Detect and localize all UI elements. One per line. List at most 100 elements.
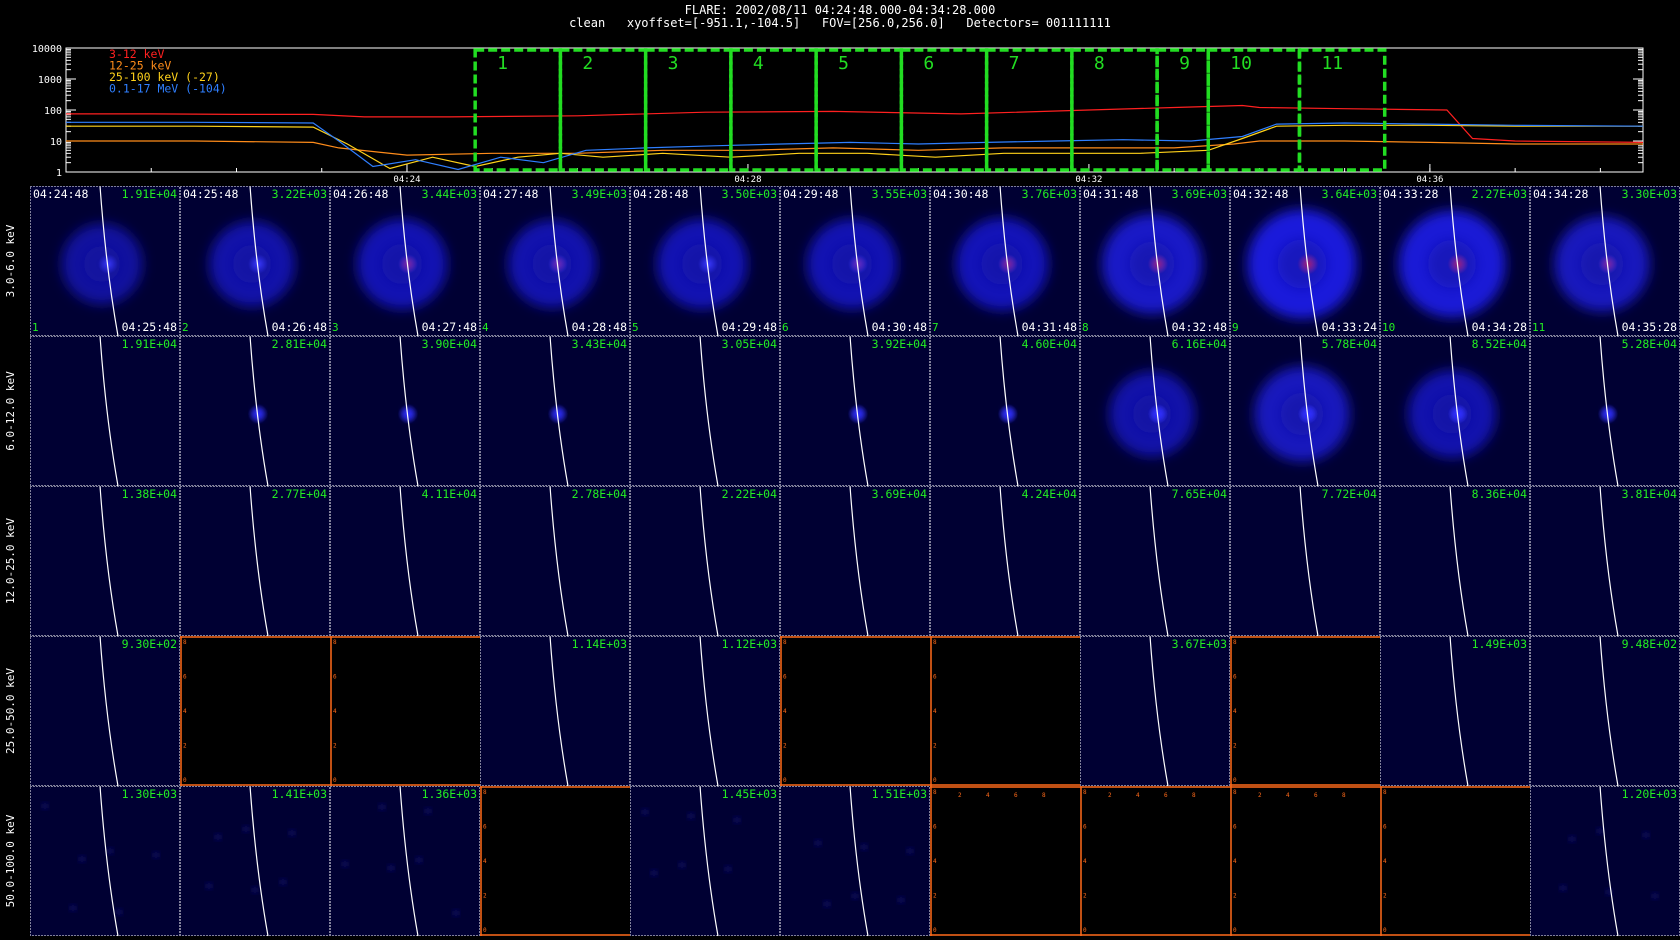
noise-speck (907, 848, 913, 854)
empty-image-panel (930, 786, 1080, 936)
empty-axis-tick-label: 2 (958, 792, 962, 799)
empty-axis-tick-label: 4 (1383, 858, 1387, 865)
interval-end-time: 04:29:48 (722, 320, 777, 334)
image-cell: 0 2 4 6 8 (330, 636, 480, 786)
empty-axis-tick-label: 6 (333, 674, 337, 681)
image-cell: 2.77E+04 (180, 485, 330, 637)
y-tick-label: 100 (44, 106, 62, 117)
interval-number: 9 (1232, 321, 1239, 334)
image-cell: 0 2 4 6 8 (1380, 786, 1530, 936)
lightcurve-chart: 10000 1000 100 10 1 04:24 04:28 04:32 04:36 1 2 3 4 5… (32, 44, 1644, 182)
empty-axis-tick-label: 0 (933, 927, 937, 934)
image-panel (180, 486, 330, 636)
noise-speck (1643, 832, 1649, 838)
interval-end-time: 04:30:48 (872, 320, 927, 334)
interval-start-time: 04:28:48 (633, 187, 688, 201)
image-cell: 1.45E+03 (630, 785, 780, 937)
noise-speck (824, 901, 830, 907)
flux-value: 7.65E+04 (1172, 487, 1227, 501)
image-cell: 9.48E+02 (1530, 635, 1680, 787)
flux-value: 1.36E+03 (422, 787, 477, 801)
image-cell: 0 2 4 6 8 (930, 636, 1080, 786)
flux-value: 1.91E+04 (122, 337, 177, 351)
image-panel (630, 336, 780, 486)
flux-value: 1.51E+03 (872, 787, 927, 801)
empty-axis-tick-label: 2 (1233, 743, 1237, 750)
flux-value: 3.44E+03 (422, 187, 477, 201)
empty-axis-tick-label: 2 (933, 743, 937, 750)
interval-label: 8 (1094, 53, 1105, 74)
empty-axis-tick-label: 0 (783, 777, 787, 784)
y-tick-label: 1000 (38, 75, 62, 86)
image-panel (1530, 786, 1680, 936)
flux-value: 4.24E+04 (1022, 487, 1077, 501)
image-cell: 8.36E+04 (1380, 485, 1530, 637)
empty-axis-tick-label: 2 (333, 743, 337, 750)
image-cell: 3.69E+04 (780, 485, 930, 637)
noise-speck (416, 857, 422, 863)
image-panel (180, 786, 330, 936)
image-cell: 1.36E+03 (330, 785, 480, 937)
image-cell: 3.50E+03 04:28:48 04:29:48 5 (630, 186, 780, 337)
y-tick-label: 1 (56, 168, 62, 179)
interval-label: 4 (753, 53, 764, 74)
interval-start-time: 04:34:28 (1533, 187, 1588, 201)
interval-number: 10 (1382, 321, 1395, 334)
interval-end-time: 04:32:48 (1172, 320, 1227, 334)
image-cell: 3.30E+03 04:34:28 04:35:28 11 (1530, 186, 1680, 337)
image-cell: 3.67E+03 (1080, 635, 1230, 787)
image-cell: 1.49E+03 (1380, 635, 1530, 787)
image-cell: 2.78E+04 (480, 485, 630, 637)
image-cell: 3.55E+03 04:29:48 04:30:48 6 (780, 186, 930, 337)
noise-speck (815, 840, 821, 846)
interval-end-time: 04:27:48 (422, 320, 477, 334)
interval-end-time: 04:34:28 (1472, 320, 1527, 334)
interval-number: 5 (632, 321, 639, 334)
noise-speck (289, 830, 295, 836)
image-cell: 3.69E+03 04:31:48 04:32:48 8 (1080, 186, 1230, 337)
image-cell: 4.11E+04 (330, 485, 480, 637)
image-cell: 8.52E+04 (1380, 335, 1530, 487)
image-cell: 7.65E+04 (1080, 485, 1230, 637)
empty-axis-tick-label: 8 (1042, 792, 1046, 799)
image-cell: 1.30E+03 (30, 785, 180, 937)
empty-axis-tick-label: 6 (1164, 792, 1168, 799)
empty-axis-tick-label: 2 (1083, 893, 1087, 900)
image-cell: 0 2 4 6 8 (180, 636, 330, 786)
image-grid: 3.0-6.0 keV 6.0-12.0 keV 12.0-25.0 keV 25.0… (4, 186, 1680, 937)
empty-axis-tick-label: 8 (783, 639, 787, 646)
noise-speck (379, 804, 385, 810)
flux-value: 5.28E+04 (1622, 337, 1677, 351)
image-parameters: clean xyoffset=[-951.1,-104.5] FOV=[256.… (569, 16, 1111, 30)
figure-header: FLARE: 2002/08/11 04:24:48.000-04:34:28.… (0, 4, 1680, 30)
flux-value: 3.64E+03 (1322, 187, 1377, 201)
empty-image-panel (180, 636, 330, 786)
interval-start-time: 04:24:48 (33, 187, 88, 201)
image-cell: 3.81E+04 (1530, 485, 1680, 637)
image-panel (1080, 636, 1230, 786)
noise-speck (116, 909, 122, 915)
empty-axis-tick-label: 8 (1383, 789, 1387, 796)
empty-image-panel (1080, 786, 1230, 936)
image-cell: 1.51E+03 (780, 785, 930, 937)
empty-image-panel (780, 636, 930, 786)
noise-speck (79, 856, 85, 862)
empty-axis-tick-label: 4 (333, 708, 337, 715)
image-cell: 3.05E+04 (630, 335, 780, 487)
empty-axis-tick-label: 4 (933, 858, 937, 865)
image-panel (1380, 636, 1530, 786)
empty-axis-tick-label: 4 (986, 792, 990, 799)
flux-value: 8.52E+04 (1472, 337, 1527, 351)
empty-axis-tick-label: 8 (1233, 639, 1237, 646)
x-tick-label: 04:32 (1075, 175, 1102, 182)
image-panel (480, 486, 630, 636)
image-cell: 1.20E+03 (1530, 785, 1680, 937)
image-cell: 3.90E+04 (330, 335, 480, 487)
noise-speck (388, 865, 394, 871)
empty-axis-tick-label: 6 (1083, 824, 1087, 831)
interval-start-time: 04:30:48 (933, 187, 988, 201)
interval-number: 2 (182, 321, 189, 334)
empty-axis-tick-label: 8 (483, 789, 487, 796)
empty-axis-tick-label: 2 (1383, 893, 1387, 900)
empty-axis-tick-label: 4 (483, 858, 487, 865)
